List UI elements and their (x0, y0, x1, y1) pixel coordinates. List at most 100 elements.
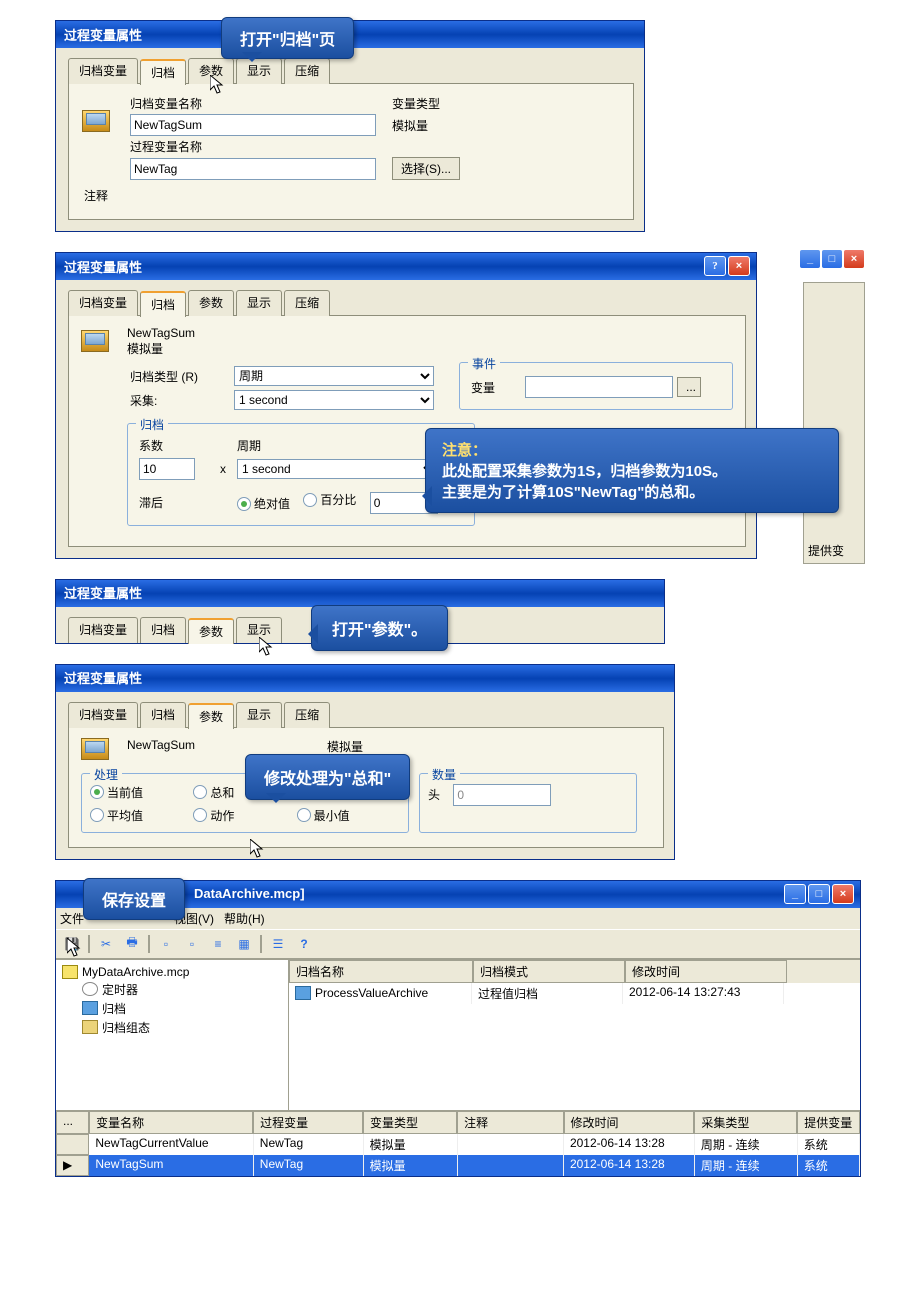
cursor-icon (210, 75, 226, 95)
cursor-icon (250, 839, 266, 859)
toolbar-view2-icon[interactable]: ▫ (182, 934, 202, 954)
col-comment[interactable]: 注释 (457, 1111, 563, 1134)
radio-dot-icon (193, 808, 207, 822)
tree-navigator: MyDataArchive.mcp 定时器 归档 归档组态 (56, 960, 289, 1110)
dialog-title: 过程变量属性 (64, 257, 704, 276)
toolbar-grid-icon[interactable]: ▦ (234, 934, 254, 954)
radio-dot-icon (297, 808, 311, 822)
tag-grid-header: ... 变量名称 过程变量 变量类型 注释 修改时间 采集类型 提供变量 (56, 1111, 860, 1134)
archive-row[interactable]: ProcessValueArchive 过程值归档 2012-06-14 13:… (289, 983, 860, 1004)
input-archive-var-name[interactable] (130, 114, 376, 136)
col-provide-var[interactable]: 提供变量 (797, 1111, 860, 1134)
radio-average[interactable]: 平均值 (90, 807, 183, 824)
variable-icon (82, 110, 110, 132)
close-button[interactable]: × (832, 884, 854, 904)
select-period[interactable]: 1 second (237, 459, 437, 479)
maximize-button[interactable]: □ (808, 884, 830, 904)
col-archive-mode[interactable]: 归档模式 (473, 960, 625, 983)
tab-compress[interactable]: 压缩 (284, 58, 330, 84)
table-row[interactable]: ▶ NewTagSum NewTag 模拟量 2012-06-14 13:28 … (56, 1155, 860, 1176)
col-process-var[interactable]: 过程变量 (253, 1111, 363, 1134)
tab-parameters[interactable]: 参数 (188, 703, 234, 729)
radio-dot-icon (193, 785, 207, 799)
col-archive-name[interactable]: 归档名称 (289, 960, 473, 983)
tab-compress[interactable]: 压缩 (284, 702, 330, 728)
tree-node-archive[interactable]: 归档 (62, 999, 282, 1018)
radio-percent[interactable]: 百分比 (303, 491, 356, 508)
callout-open-archive-tab: 打开"归档"页 (221, 17, 354, 59)
callout-save-settings: 保存设置 (83, 878, 185, 920)
config-icon (82, 1020, 98, 1034)
tab-archive[interactable]: 归档 (140, 617, 186, 643)
col-modified[interactable]: 修改时间 (625, 960, 787, 983)
dialog-title: 过程变量属性 (64, 668, 668, 687)
col-var-name[interactable]: 变量名称 (89, 1111, 253, 1134)
tab-archive[interactable]: 归档 (140, 702, 186, 728)
callout-note-sampling-archive: 注意： 此处配置采集参数为1S，归档参数为10S。 主要是为了计算10S"New… (425, 428, 839, 513)
window-title-tail: DataArchive.mcp] (194, 886, 784, 901)
toolbar-list-icon[interactable]: ≡ (208, 934, 228, 954)
toolbar-view-icon[interactable]: ▫ (156, 934, 176, 954)
tab-archive-variable[interactable]: 归档变量 (68, 617, 138, 643)
tree-node-timer[interactable]: 定时器 (62, 980, 282, 999)
tab-archive-variable[interactable]: 归档变量 (68, 58, 138, 84)
tab-parameters[interactable]: 参数 (188, 290, 234, 316)
tab-parameters[interactable]: 参数 (188, 618, 234, 644)
radio-absolute[interactable]: 绝对值 (237, 495, 290, 512)
radio-min[interactable]: 最小值 (297, 807, 390, 824)
groupbox-count-legend: 数量 (428, 766, 460, 783)
minimize-button[interactable]: _ (784, 884, 806, 904)
callout-open-parameters-tab: 打开"参数"。 (311, 605, 448, 651)
cursor-icon (259, 637, 275, 657)
tab-archive-variable[interactable]: 归档变量 (68, 702, 138, 728)
label-period: 周期 (237, 439, 261, 453)
bg-maximize-icon: □ (821, 249, 843, 269)
close-button[interactable]: × (728, 256, 750, 276)
toolbar-cut-icon[interactable]: ✂ (96, 934, 116, 954)
button-event-browse[interactable]: ... (677, 377, 701, 397)
menu-file[interactable]: 文件 (60, 910, 84, 927)
label-var-type: 变量类型 (392, 95, 440, 112)
background-window-buttons: _ □ × (799, 249, 865, 269)
archive-icon (82, 1001, 98, 1015)
menu-help[interactable]: 帮助(H) (224, 910, 265, 927)
tab-display[interactable]: 显示 (236, 702, 282, 728)
select-archive-type[interactable]: 周期 (234, 366, 434, 386)
tab-display[interactable]: 显示 (236, 290, 282, 316)
select-collect[interactable]: 1 second (234, 390, 434, 410)
toolbar: 💾 ✂ 🖶 ▫ ▫ ≡ ▦ ☰ ? (56, 929, 860, 959)
col-var-type[interactable]: 变量类型 (363, 1111, 457, 1134)
toolbar-help-icon[interactable]: ? (294, 934, 314, 954)
input-process-var-name[interactable] (130, 158, 376, 180)
col-modified[interactable]: 修改时间 (564, 1111, 695, 1134)
tab-archive-variable[interactable]: 归档变量 (68, 290, 138, 316)
radio-current-value[interactable]: 当前值 (90, 784, 183, 801)
button-select[interactable]: 选择(S)... (392, 157, 460, 180)
groupbox-process-legend: 处理 (90, 766, 122, 783)
help-button[interactable]: ? (704, 256, 726, 276)
bg-close-icon: × (843, 249, 865, 269)
variable-icon (81, 738, 109, 760)
tab-compress[interactable]: 压缩 (284, 290, 330, 316)
background-panel-text: 提供变 (808, 542, 844, 559)
input-coefficient[interactable] (139, 458, 195, 480)
tree-node-archive-config[interactable]: 归档组态 (62, 1018, 282, 1037)
label-count-head: 头 (428, 788, 440, 802)
value-name: NewTagSum (127, 326, 447, 340)
groupbox-archive-legend: 归档 (136, 416, 168, 433)
value-name: NewTagSum (127, 738, 327, 752)
tree-root[interactable]: MyDataArchive.mcp (62, 964, 282, 980)
col-rowhead[interactable]: ... (56, 1111, 89, 1134)
toolbar-props-icon[interactable]: ☰ (268, 934, 288, 954)
archive-list-header: 归档名称 归档模式 修改时间 (289, 960, 860, 983)
tab-archive[interactable]: 归档 (140, 291, 186, 317)
table-row[interactable]: NewTagCurrentValue NewTag 模拟量 2012-06-14… (56, 1134, 860, 1155)
toolbar-print-icon[interactable]: 🖶 (122, 934, 142, 954)
tag-grid: ... 变量名称 过程变量 变量类型 注释 修改时间 采集类型 提供变量 New… (56, 1110, 860, 1176)
radio-dot-icon (303, 493, 317, 507)
input-event-variable[interactable] (525, 376, 673, 398)
radio-dot-icon (237, 497, 251, 511)
tab-archive[interactable]: 归档 (140, 59, 186, 85)
col-collect-type[interactable]: 采集类型 (694, 1111, 797, 1134)
radio-dot-icon (90, 808, 104, 822)
